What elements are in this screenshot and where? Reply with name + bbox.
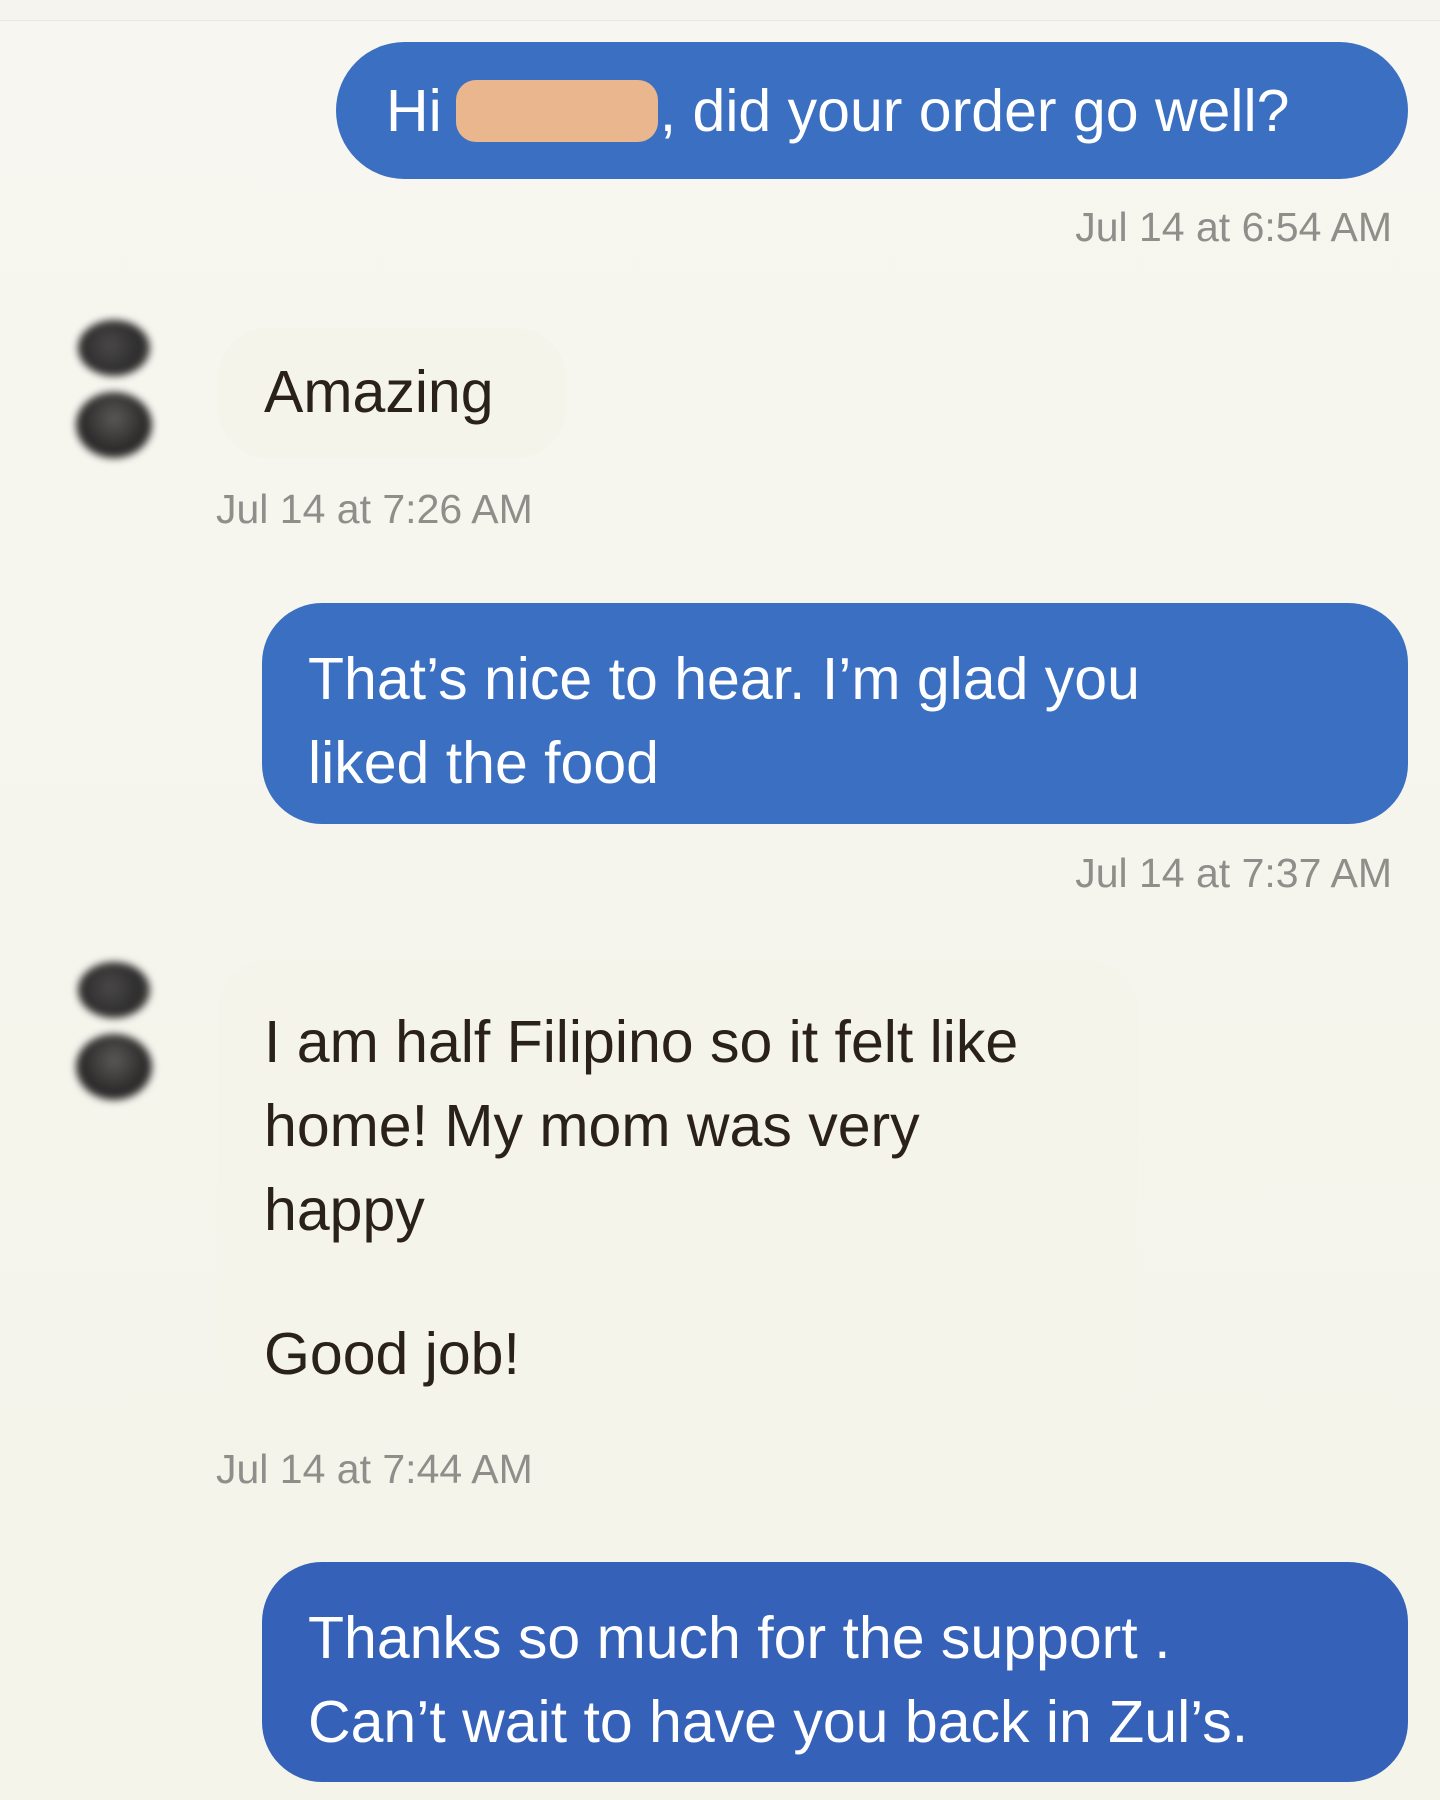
top-divider [0, 0, 1440, 21]
redacted-name [455, 79, 658, 142]
message-line: happy [264, 1177, 425, 1243]
message-text-start: Hi [386, 77, 442, 144]
message-text-end: , did your order go well? [659, 77, 1290, 144]
message-line: That’s nice to hear. I’m glad you [308, 646, 1140, 712]
message-line: I am half Filipino so it felt like [264, 1009, 1019, 1075]
message-timestamp: Jul 14 at 7:44 AM [216, 1446, 533, 1492]
message-timestamp: Jul 14 at 7:26 AM [216, 486, 533, 532]
message-line: Thanks so much for the support . [308, 1605, 1171, 1671]
message-line: liked the food [308, 730, 659, 796]
message-line: Good job! [264, 1321, 520, 1387]
message-line: home! My mom was very [264, 1093, 920, 1159]
outgoing-message-bubble[interactable]: Thanks so much for the support . Can’t w… [262, 1562, 1408, 1782]
chat-thread[interactable]: Hi , did your order go well? Jul 14 at 6… [0, 0, 1440, 1800]
incoming-message-bubble[interactable]: I am half Filipino so it felt like home!… [218, 960, 1138, 1414]
incoming-message-bubble[interactable]: Amazing [218, 328, 566, 458]
contact-avatar[interactable] [62, 960, 170, 1112]
message-line: Can’t wait to have you back in Zul’s. [308, 1689, 1249, 1755]
contact-avatar[interactable] [62, 318, 170, 470]
message-text: Amazing [264, 359, 494, 425]
message-timestamp: Jul 14 at 7:37 AM [1075, 850, 1392, 896]
outgoing-message-bubble[interactable]: Hi , did your order go well? [336, 42, 1408, 179]
message-timestamp: Jul 14 at 6:54 AM [1075, 204, 1392, 250]
outgoing-message-bubble[interactable]: That’s nice to hear. I’m glad you liked … [262, 603, 1408, 824]
